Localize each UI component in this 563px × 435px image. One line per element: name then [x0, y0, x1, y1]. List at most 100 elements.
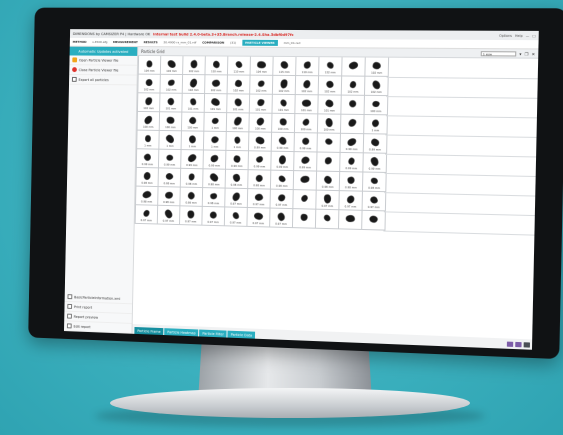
particle-cell[interactable]: 0.97 mm: [135, 205, 159, 225]
particle-cell[interactable]: 1 mm: [364, 115, 388, 135]
particle-cell[interactable]: 100 mm: [181, 112, 205, 132]
open-viewer-file-button[interactable]: Open Particle Viewer file: [69, 55, 138, 66]
particle-cell[interactable]: 0.99 mm: [271, 151, 295, 172]
particle-cell[interactable]: 0.99 mm: [363, 134, 388, 154]
tab-particle-frame[interactable]: Particle Frame: [134, 326, 164, 336]
particle-cell[interactable]: 102 mm: [341, 76, 366, 96]
particle-cell[interactable]: 101 mm: [249, 94, 273, 114]
close-icon[interactable]: ✕: [532, 51, 536, 56]
particle-cell[interactable]: 100 mm: [294, 114, 319, 134]
particle-cell[interactable]: 101 mm: [160, 93, 183, 113]
particle-cell[interactable]: 1 mm: [226, 132, 250, 152]
particle-cell[interactable]: 0.98 mm: [203, 169, 226, 189]
particle-cell[interactable]: 0.98 mm: [270, 170, 295, 191]
particle-cell[interactable]: 102 mm: [295, 76, 320, 96]
particle-cell[interactable]: 1 mm: [203, 131, 227, 151]
particle-cell[interactable]: 0.98 mm: [158, 168, 182, 188]
particle-cell[interactable]: 104 mm: [138, 55, 162, 75]
particle-cell[interactable]: 100 mm: [137, 111, 161, 131]
close-viewer-file-button[interactable]: Close Particle Viewer file: [69, 65, 137, 76]
particle-cell[interactable]: 102 mm: [138, 74, 161, 94]
particle-cell[interactable]: 102 mm: [318, 76, 343, 96]
particle-cell[interactable]: 100 mm: [317, 114, 342, 134]
edit-report-button[interactable]: Edit report: [64, 321, 132, 334]
particle-cell[interactable]: 0.98 mm: [180, 168, 204, 189]
particle-cell[interactable]: 100 mm: [272, 113, 296, 134]
particle-cell[interactable]: 0.98 mm: [136, 186, 159, 206]
chevron-down-icon[interactable]: ▾: [519, 51, 521, 56]
particle-cell[interactable]: 102 mm: [205, 75, 228, 95]
particle-cell[interactable]: 0.98 mm: [202, 188, 226, 208]
particle-cell[interactable]: [338, 210, 363, 230]
export-particles-button[interactable]: Export all particles: [69, 74, 137, 86]
particle-cell[interactable]: 110 mm: [205, 56, 229, 76]
particle-cell[interactable]: 0.99 mm: [225, 150, 249, 171]
particle-cell[interactable]: 119 mm: [296, 57, 320, 77]
particle-cell[interactable]: 0.99 mm: [294, 133, 318, 153]
particle-cell[interactable]: [341, 95, 365, 116]
minimize-icon[interactable]: —: [526, 33, 529, 37]
particle-grid[interactable]: 104 mm 104 mm 102 mm 110 mm 110 mm 104 mm 115 …: [132, 55, 539, 340]
particle-cell[interactable]: [293, 190, 317, 210]
particle-cell[interactable]: [292, 209, 317, 229]
particle-cell[interactable]: 0.97 mm: [247, 207, 271, 228]
help-button[interactable]: Help: [515, 33, 523, 37]
particle-cell[interactable]: 101 mm: [295, 95, 319, 115]
particle-cell[interactable]: 102 mm: [250, 75, 274, 95]
particle-cell[interactable]: 0.99 mm: [363, 153, 388, 173]
particle-cell[interactable]: 0.99 mm: [136, 149, 160, 169]
maximize-icon[interactable]: □: [532, 33, 535, 37]
particle-cell[interactable]: [342, 57, 366, 77]
particle-cell[interactable]: 132 mm: [319, 57, 343, 77]
particle-cell[interactable]: [340, 114, 365, 135]
particle-cell[interactable]: 0.97 mm: [202, 206, 226, 227]
particle-cell[interactable]: [317, 133, 341, 153]
particle-cell[interactable]: 102 mm: [364, 76, 389, 97]
particle-cell[interactable]: 0.98 mm: [248, 170, 272, 190]
particle-cell[interactable]: 100 mm: [249, 113, 273, 133]
comparison-tab[interactable]: COMPARISON: [202, 41, 224, 45]
particle-cell[interactable]: 0.97 mm: [270, 189, 294, 210]
particle-cell[interactable]: 102 mm: [137, 93, 161, 113]
particle-cell[interactable]: 101 mm: [318, 95, 342, 115]
particle-cell[interactable]: 102 mm: [227, 75, 251, 95]
particle-cell[interactable]: 0.98 mm: [180, 187, 204, 207]
particle-cell[interactable]: 115 mm: [273, 56, 297, 77]
particle-cell[interactable]: 102 mm: [365, 57, 390, 77]
copy-icon[interactable]: ❐: [525, 51, 529, 56]
options-button[interactable]: Options: [499, 33, 512, 37]
particle-cell[interactable]: 0.97 mm: [224, 207, 248, 227]
particle-cell[interactable]: [362, 210, 386, 231]
particle-cell[interactable]: 101 mm: [227, 94, 251, 114]
particle-cell[interactable]: 101 mm: [272, 94, 296, 115]
particle-cell[interactable]: 0.99 mm: [203, 150, 227, 170]
particle-cell[interactable]: 0.98 mm: [362, 172, 387, 193]
particle-cell[interactable]: 0.97 mm: [362, 191, 387, 212]
particle-cell[interactable]: 1 mm: [181, 131, 205, 151]
particle-cell[interactable]: 110 mm: [227, 56, 251, 76]
particle-cell[interactable]: 1 mm: [159, 130, 182, 151]
particle-cell[interactable]: 100 mm: [159, 112, 183, 132]
particle-cell[interactable]: [293, 171, 318, 191]
particle-cell[interactable]: 0.98 mm: [316, 171, 341, 192]
particle-cell[interactable]: 0.99 mm: [340, 152, 364, 173]
save-icon[interactable]: [506, 341, 514, 347]
zoom-select[interactable]: 1 size: [480, 50, 517, 56]
particle-cell[interactable]: 102 mm: [182, 75, 206, 95]
particle-cell[interactable]: 104 mm: [250, 56, 274, 76]
particle-cell[interactable]: 0.98 mm: [158, 187, 181, 207]
particle-cell[interactable]: 0.99 mm: [294, 152, 318, 172]
particle-cell[interactable]: 0.97 mm: [179, 206, 203, 226]
tab-particle-data[interactable]: Particle Data: [227, 330, 256, 339]
particle-cell[interactable]: 1 mm: [137, 130, 160, 150]
particle-cell[interactable]: 101 mm: [204, 94, 228, 114]
particle-cell[interactable]: 0.99 mm: [181, 150, 204, 170]
particle-cell[interactable]: 0.97 mm: [339, 191, 363, 211]
particle-cell[interactable]: 0.99 mm: [271, 132, 295, 153]
save-as-icon[interactable]: [515, 341, 522, 348]
particle-cell[interactable]: 0.98 mm: [339, 172, 364, 192]
particle-cell[interactable]: [315, 209, 340, 230]
results-tab[interactable]: RESULTS: [144, 40, 158, 44]
particle-cell[interactable]: 0.98 mm: [136, 167, 159, 188]
particle-cell[interactable]: 0.97 mm: [270, 208, 294, 229]
